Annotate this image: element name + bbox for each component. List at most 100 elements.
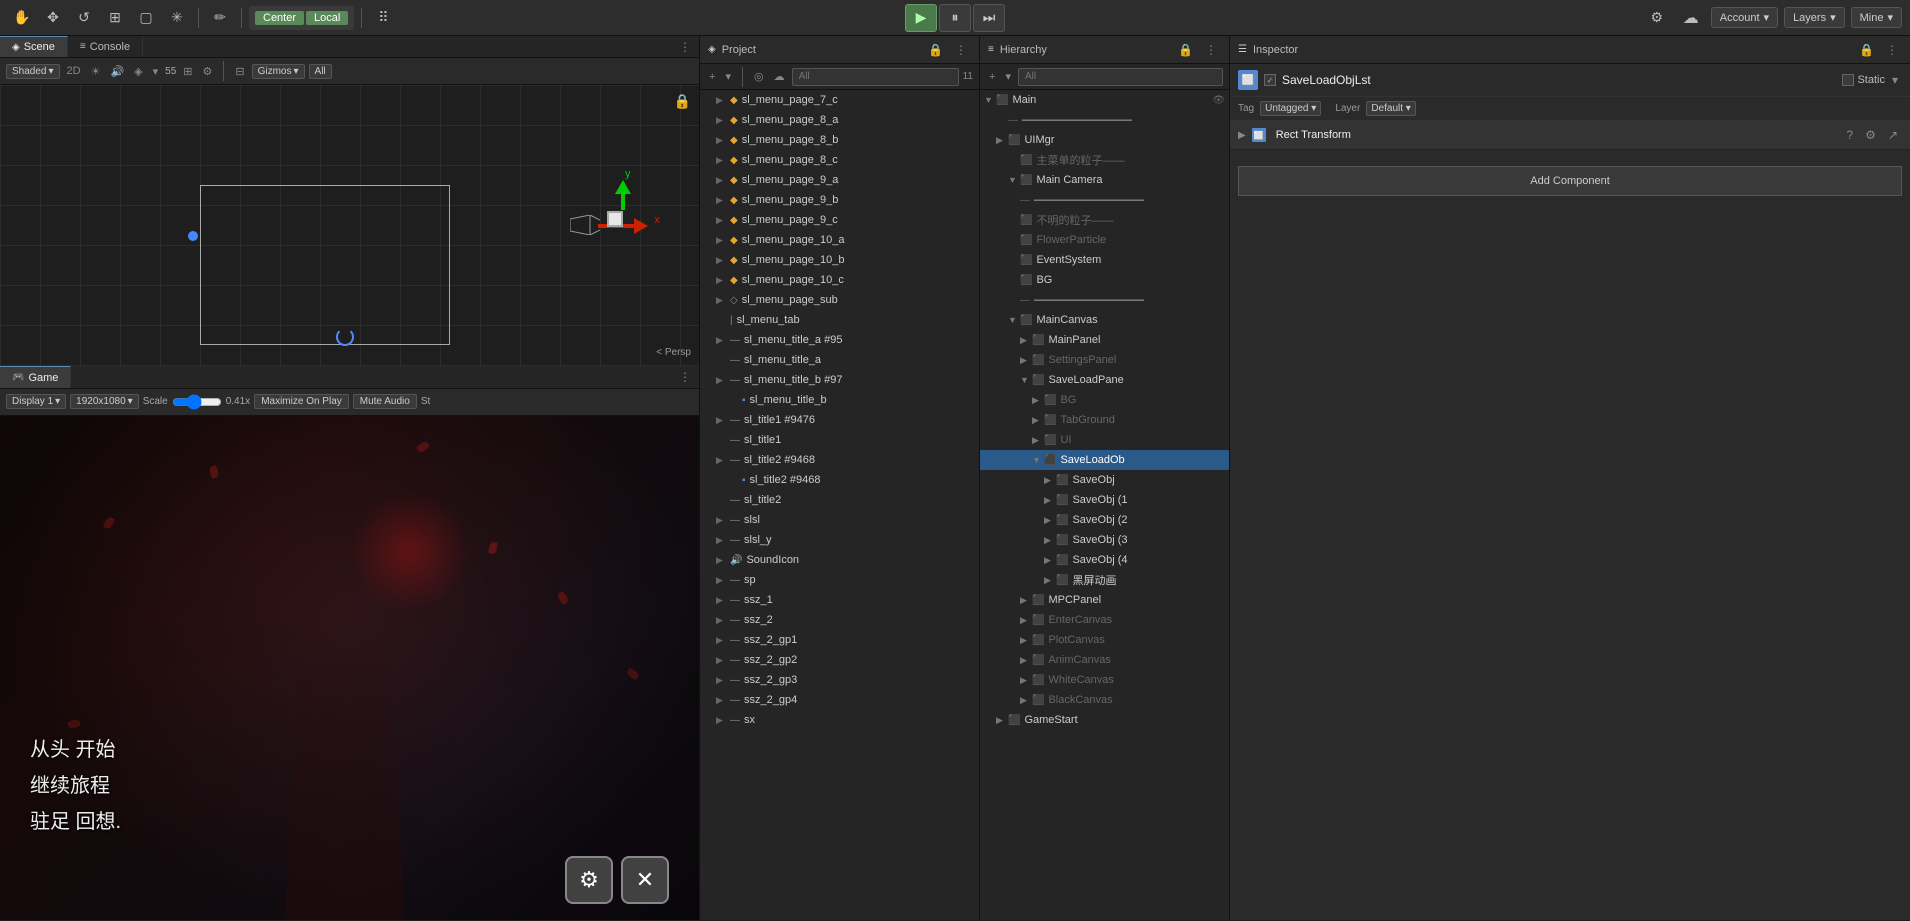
layer-dropdown[interactable]: Default ▾ [1366, 101, 1416, 116]
grid-btn[interactable]: ⊞ [180, 64, 195, 79]
account-dropdown[interactable]: Account ▾ [1711, 7, 1778, 28]
hierarchy-item[interactable]: ▶ ⬛ UIMgr [980, 130, 1229, 150]
all-dropdown[interactable]: All [309, 64, 332, 79]
project-dropdown-btn[interactable]: ▾ [722, 69, 734, 84]
component-help-btn[interactable]: ? [1842, 126, 1857, 144]
project-lock-btn[interactable]: 🔒 [924, 41, 947, 59]
project-item[interactable]: | sl_menu_tab [700, 310, 979, 330]
inspector-lock-btn[interactable]: 🔒 [1855, 41, 1878, 59]
hierarchy-item[interactable]: ▶ ⬛ EnterCanvas [980, 610, 1229, 630]
static-dropdown-btn[interactable]: ▾ [1888, 71, 1902, 89]
project-item[interactable]: ▶ 🔊 SoundIcon [700, 550, 979, 570]
project-item[interactable]: ▶ ◆ sl_menu_page_8_c [700, 150, 979, 170]
hierarchy-item[interactable]: ▶ ⬛ UI [980, 430, 1229, 450]
project-item[interactable]: ▶ — ssz_2_gp2 [700, 650, 979, 670]
hierarchy-item[interactable]: ⬛ 不明的粒子—— [980, 210, 1229, 230]
project-icon-btn2[interactable]: ☁ [771, 69, 788, 84]
mine-dropdown[interactable]: Mine ▾ [1851, 7, 1902, 28]
hierarchy-item[interactable]: ▶ ⬛ TabGround [980, 410, 1229, 430]
console-tab[interactable]: ≡ Console [68, 36, 143, 57]
hierarchy-item[interactable]: ▶ ⬛ SettingsPanel [980, 350, 1229, 370]
transform-handle[interactable] [607, 211, 623, 227]
play-button[interactable]: ▶ [905, 4, 937, 32]
grid-tool[interactable]: ⠿ [369, 4, 397, 32]
add-component-btn[interactable]: Add Component [1238, 166, 1902, 196]
resolution-dropdown[interactable]: 1920x1080 ▾ [70, 394, 139, 409]
hierarchy-item[interactable]: ▶ ⬛ WhiteCanvas [980, 670, 1229, 690]
hierarchy-menu-btn[interactable]: ⋮ [1201, 41, 1221, 59]
scene-dropdown2[interactable]: ▾ [150, 64, 162, 79]
project-item[interactable]: — sl_menu_title_a [700, 350, 979, 370]
hierarchy-item[interactable]: ▶ ⬛ SaveObj (1 [980, 490, 1229, 510]
hierarchy-item[interactable]: ⬛ BG [980, 270, 1229, 290]
project-item[interactable]: ▶ — sp [700, 570, 979, 590]
hierarchy-item[interactable]: ▶ ⬛ MainPanel [980, 330, 1229, 350]
snap-btn[interactable]: ⊟ [232, 64, 247, 79]
mute-btn[interactable]: Mute Audio [353, 394, 417, 409]
project-icon-btn1[interactable]: ◎ [751, 69, 767, 84]
center-pivot-btn[interactable]: Center [255, 11, 304, 25]
scale-slider[interactable] [172, 394, 222, 410]
step-button[interactable]: ⏭ [973, 4, 1005, 32]
scale-tool[interactable]: ⊞ [101, 4, 129, 32]
project-search[interactable] [792, 68, 959, 86]
inspector-menu-btn[interactable]: ⋮ [1882, 41, 1902, 59]
hierarchy-search[interactable] [1018, 68, 1223, 86]
project-item[interactable]: ▶ ◆ sl_menu_page_8_b [700, 130, 979, 150]
project-item[interactable]: ▶ ◆ sl_menu_page_10_b [700, 250, 979, 270]
display-dropdown[interactable]: Display 1 ▾ [6, 394, 66, 409]
rotate-tool[interactable]: ↺ [70, 4, 98, 32]
project-item[interactable]: — sl_title2 [700, 490, 979, 510]
project-item[interactable]: ▶ ◆ sl_menu_page_9_a [700, 170, 979, 190]
hierarchy-item[interactable]: — —————————— [980, 190, 1229, 210]
hierarchy-item[interactable]: ▼ ⬛ SaveLoadPane [980, 370, 1229, 390]
hierarchy-lock-btn[interactable]: 🔒 [1174, 41, 1197, 59]
hierarchy-item[interactable]: ▼ ⬛ Main 👁 [980, 90, 1229, 110]
custom-tool[interactable]: ✏ [206, 4, 234, 32]
hierarchy-item[interactable]: ⬛ 主菜单的粒子—— [980, 150, 1229, 170]
maximize-btn[interactable]: Maximize On Play [254, 394, 349, 409]
pause-button[interactable]: ⏸ [939, 4, 971, 32]
project-item[interactable]: ▶ — slsl_y [700, 530, 979, 550]
rect-tool[interactable]: ▢ [132, 4, 160, 32]
hierarchy-item[interactable]: ▶ ⬛ SaveObj (4 [980, 550, 1229, 570]
layers-dropdown[interactable]: Layers ▾ [1784, 7, 1845, 28]
settings-icon[interactable]: ⚙ [1643, 4, 1671, 32]
hierarchy-item[interactable]: — —————————— [980, 110, 1229, 130]
project-item[interactable]: ▶ ◆ sl_menu_page_9_c [700, 210, 979, 230]
project-item[interactable]: ▶ — sl_menu_title_b #97 [700, 370, 979, 390]
hierarchy-item[interactable]: — —————————— [980, 290, 1229, 310]
lighting-btn[interactable]: ☀ [88, 64, 104, 79]
eye-icon[interactable]: 👁 [1212, 95, 1225, 106]
hierarchy-item[interactable]: ▶ ⬛ SaveObj (2 [980, 510, 1229, 530]
hierarchy-item[interactable]: ⬛ EventSystem [980, 250, 1229, 270]
scene-menu-btn[interactable]: ⋮ [675, 36, 695, 57]
project-item[interactable]: ▶ ◇ sl_menu_page_sub [700, 290, 979, 310]
hierarchy-item[interactable]: ▶ ⬛ MPCPanel [980, 590, 1229, 610]
gizmos-dropdown[interactable]: Gizmos ▾ [252, 64, 305, 79]
project-item[interactable]: ▶ — ssz_2_gp1 [700, 630, 979, 650]
hierarchy-dropdown-btn[interactable]: ▾ [1002, 69, 1014, 84]
transform-tool[interactable]: ✳ [163, 4, 191, 32]
close-game-btn[interactable]: ✕ [621, 856, 669, 904]
static-checkbox[interactable] [1842, 74, 1854, 86]
hierarchy-item[interactable]: ▼ ⬛ Main Camera [980, 170, 1229, 190]
hierarchy-item[interactable]: ▶ ⬛ GameStart [980, 710, 1229, 730]
component-settings-btn[interactable]: ⚙ [1861, 126, 1880, 144]
shading-dropdown[interactable]: Shaded ▾ [6, 64, 60, 79]
project-item[interactable]: ▶ — ssz_2_gp4 [700, 690, 979, 710]
rect-transform-header[interactable]: ▶ ⬜ Rect Transform ? ⚙ ↗ [1230, 121, 1910, 150]
project-item[interactable]: ▶ — sl_title2 #9468 [700, 450, 979, 470]
project-item[interactable]: ▶ — sx [700, 710, 979, 730]
tag-dropdown[interactable]: Untagged ▾ [1260, 101, 1321, 116]
project-item[interactable]: — sl_title1 [700, 430, 979, 450]
project-item[interactable]: ▶ — slsl [700, 510, 979, 530]
project-menu-btn[interactable]: ⋮ [951, 41, 971, 59]
project-item[interactable]: ▪ sl_menu_title_b [700, 390, 979, 410]
project-item[interactable]: ▶ — ssz_2 [700, 610, 979, 630]
scene-tab[interactable]: ◈ Scene [0, 36, 68, 57]
hierarchy-add-btn[interactable]: + [986, 70, 998, 84]
cloud-icon[interactable]: ☁ [1677, 4, 1705, 32]
project-item[interactable]: ▶ ◆ sl_menu_page_9_b [700, 190, 979, 210]
hand-tool[interactable]: ✋ [8, 4, 36, 32]
